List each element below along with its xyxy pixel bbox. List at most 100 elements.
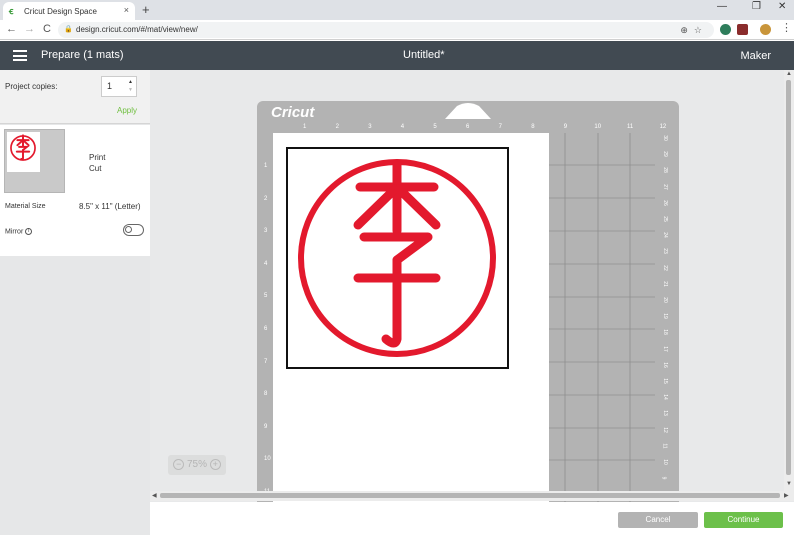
ruler-left-tick: 6 <box>264 326 268 332</box>
ruler-left-tick: 1 <box>264 163 268 169</box>
ruler-right-tick: 29 <box>661 151 668 157</box>
document-title: Untitled* <box>403 49 445 61</box>
scroll-right-icon[interactable]: ▶ <box>784 491 789 501</box>
ruler-right-tick: 18 <box>661 329 668 336</box>
address-bar-row: ← → C 🔒 design.cricut.com/#/mat/view/new… <box>0 20 794 40</box>
mat-card[interactable]: Print Cut Material Size 8.5" x 11" (Lett… <box>0 125 150 256</box>
cancel-button[interactable]: Cancel <box>618 512 698 528</box>
bookmark-star-icon[interactable]: ☆ <box>694 25 708 35</box>
stepper-up-icon[interactable]: ▲ <box>128 78 133 86</box>
ruler-right-tick: 25 <box>661 216 668 222</box>
extension-icon[interactable] <box>737 24 748 35</box>
copies-stepper[interactable]: ▲ ▼ <box>128 78 133 94</box>
ruler-right-tick: 28 <box>661 167 668 174</box>
ruler-left-tick: 2 <box>264 195 268 202</box>
footer-bar: Cancel Continue <box>0 502 794 535</box>
tab-close-icon[interactable]: × <box>124 5 129 15</box>
back-icon[interactable]: ← <box>6 23 17 36</box>
ruler-top-tick: 4 <box>400 124 405 130</box>
zoom-in-button[interactable]: + <box>209 458 221 470</box>
tab-title: Cricut Design Space <box>24 6 97 16</box>
info-icon[interactable]: i <box>25 228 33 235</box>
ruler-top-tick: 9 <box>563 124 568 130</box>
browser-tab[interactable]: ꞓ Cricut Design Space × <box>3 2 135 20</box>
url-text: design.cricut.com/#/mat/view/new/ <box>76 25 198 34</box>
ruler-right-tick: 21 <box>661 281 668 287</box>
forward-icon[interactable]: → <box>24 23 35 36</box>
ruler-right-tick: 24 <box>661 232 668 238</box>
zoom-level: 75% <box>186 459 207 470</box>
ruler-right-tick: 23 <box>661 248 668 255</box>
mat-thumbnail[interactable] <box>4 129 65 193</box>
ruler-left-tick: 8 <box>264 391 268 398</box>
ruler-right-tick: 12 <box>661 426 668 433</box>
mat-mode-label: Print Cut <box>89 153 106 173</box>
window-close-icon[interactable]: ✕ <box>778 1 786 12</box>
minimize-icon[interactable]: — <box>717 1 727 12</box>
machine-selector[interactable]: Maker <box>740 50 771 62</box>
cricut-logo: Cricut <box>271 104 315 121</box>
ruler-right-tick: 14 <box>661 394 668 400</box>
app-header: Prepare (1 mats) Untitled* Maker <box>0 41 794 70</box>
horizontal-scrollbar[interactable]: ◀ ▶ <box>150 491 794 501</box>
ruler-left-tick: 5 <box>264 293 268 300</box>
new-tab-button[interactable]: + <box>142 3 150 17</box>
ruler-right-tick: 17 <box>661 345 668 352</box>
ruler-right-tick: 22 <box>661 264 668 271</box>
ruler-right-tick: 16 <box>661 362 668 368</box>
mirror-label: Mirror i <box>5 228 33 235</box>
ruler-top-tick: 12 <box>659 124 667 130</box>
ruler-right-tick: 15 <box>661 378 668 384</box>
mat-canvas[interactable]: Cricut 123456789101112 1234567891011 302… <box>150 70 794 502</box>
zoom-control: − 75% + <box>168 455 226 475</box>
apply-button[interactable]: Apply <box>117 106 137 115</box>
url-bar[interactable]: 🔒 design.cricut.com/#/mat/view/new/ ⊕☆ <box>58 22 714 38</box>
ruler-left-tick: 10 <box>264 456 271 463</box>
ruler-right-tick: 9 <box>660 476 667 480</box>
scroll-up-icon[interactable]: ▲ <box>786 71 792 77</box>
ruler-right-tick: 26 <box>661 200 668 206</box>
stepper-down-icon[interactable]: ▼ <box>128 86 133 94</box>
ruler-right-tick: 27 <box>661 183 668 190</box>
ruler-top-tick: 10 <box>594 124 602 130</box>
ruler-left-tick: 9 <box>264 423 268 430</box>
ruler-top-tick: 3 <box>368 124 372 130</box>
material-size-label: Material Size <box>5 203 46 210</box>
reload-icon[interactable]: C <box>43 23 51 36</box>
mat-grid <box>549 133 655 502</box>
horizontal-scroll-thumb[interactable] <box>160 493 780 498</box>
project-copies-value: 1 <box>107 81 113 91</box>
hamburger-icon[interactable] <box>13 50 27 61</box>
ruler-right-tick: 20 <box>661 297 668 303</box>
scroll-down-icon[interactable]: ▼ <box>786 481 792 487</box>
cricut-favicon-icon: ꞓ <box>9 6 14 16</box>
ruler-top-tick: 8 <box>531 124 535 130</box>
vertical-scroll-thumb[interactable] <box>786 80 791 475</box>
ruler-left-tick: 3 <box>264 228 268 235</box>
ruler-top-tick: 1 <box>303 124 307 130</box>
project-copies-label: Project copies: <box>5 82 58 91</box>
material-size-dropdown[interactable]: 8.5" x 11" (Letter) <box>79 202 141 211</box>
zoom-icon[interactable]: ⊕ <box>680 25 694 35</box>
scroll-left-icon[interactable]: ◀ <box>152 491 157 501</box>
project-copies-section: Project copies: 1 ▲ ▼ Apply <box>0 70 150 124</box>
profile-avatar[interactable] <box>760 24 771 35</box>
ruler-right-tick: 19 <box>661 313 668 319</box>
ruler-left-tick: 4 <box>264 260 268 267</box>
zoom-out-button[interactable]: − <box>173 458 185 470</box>
maximize-icon[interactable]: ❐ <box>752 1 761 12</box>
ruler-right-tick: 30 <box>661 135 668 141</box>
ruler-top-tick: 5 <box>433 124 437 130</box>
seal-design[interactable] <box>286 147 509 369</box>
vertical-scrollbar[interactable]: ▲ ▼ <box>784 70 794 491</box>
prepare-title: Prepare (1 mats) <box>41 49 124 61</box>
project-copies-input[interactable]: 1 ▲ ▼ <box>101 76 137 97</box>
ruler-top-tick: 2 <box>335 124 339 130</box>
lock-icon: 🔒 <box>64 26 73 33</box>
browser-menu-icon[interactable]: ⋮ <box>781 22 792 35</box>
mirror-toggle[interactable] <box>123 224 144 236</box>
extension-icon[interactable] <box>720 24 731 35</box>
continue-button[interactable]: Continue <box>704 512 783 528</box>
browser-tab-bar: ꞓ Cricut Design Space × + — ❐ ✕ <box>0 0 794 20</box>
left-panel: Project copies: 1 ▲ ▼ Apply Print Cut Ma… <box>0 70 150 502</box>
